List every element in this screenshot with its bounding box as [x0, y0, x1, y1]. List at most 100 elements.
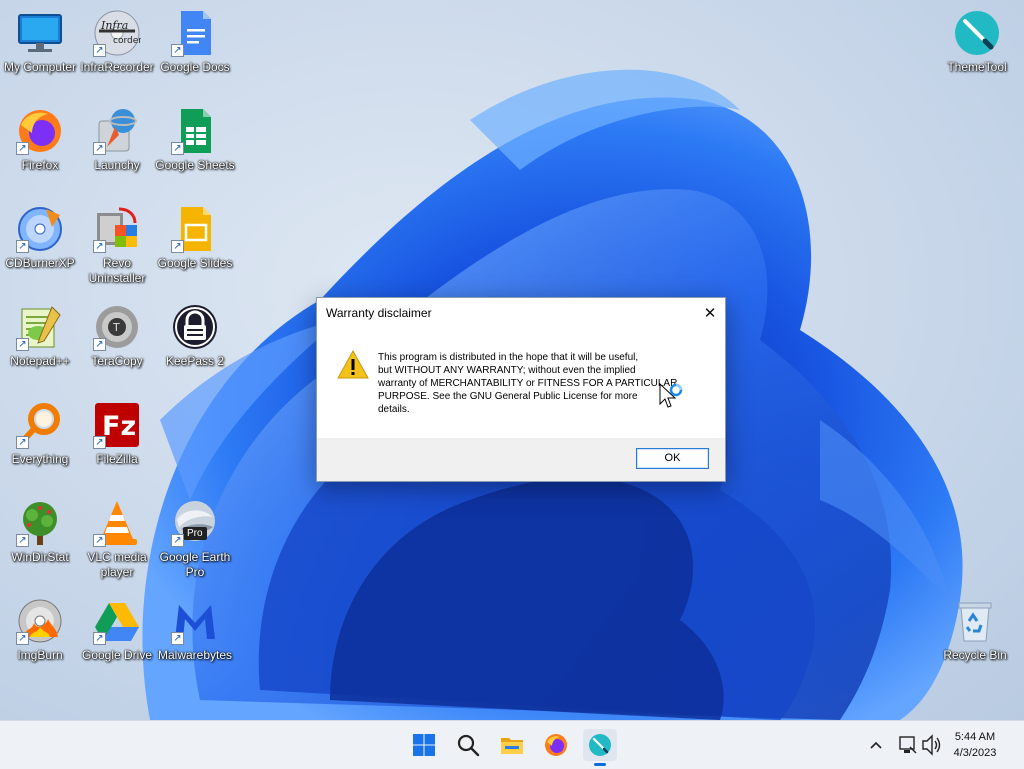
desktop-icon-label: CDBurnerXP	[5, 256, 75, 270]
shortcut-arrow-icon: ↗	[93, 142, 106, 155]
google-drive-icon: ↗	[93, 597, 141, 645]
desktop-icon-windirstat[interactable]: ↗ WinDirStat	[0, 493, 80, 585]
filezilla-icon: Fz ↗	[93, 401, 141, 449]
desktop-icon-imgburn[interactable]: ↗ ImgBurn	[0, 591, 80, 683]
keepass-lock-icon	[171, 303, 219, 351]
notepad-plus-plus-icon: ↗	[16, 303, 64, 351]
firefox-icon: ↗	[16, 107, 64, 155]
vlc-cone-icon: ↗	[93, 499, 141, 547]
desktop-icon-label: Malwarebytes	[157, 648, 233, 662]
taskbar-file-explorer[interactable]	[495, 729, 529, 761]
taskbar-firefox[interactable]	[539, 729, 573, 761]
teracopy-icon: T ↗	[93, 303, 141, 351]
shortcut-arrow-icon: ↗	[93, 436, 106, 449]
ok-button[interactable]: OK	[636, 448, 709, 469]
busy-cursor-icon	[659, 382, 683, 408]
dialog-titlebar[interactable]: Warranty disclaimer ✕	[317, 298, 725, 328]
desktop-icon-cdburnerxp[interactable]: ↗ CDBurnerXP	[0, 199, 80, 291]
desktop-icon-label: Revo Uninstaller	[88, 256, 146, 285]
shortcut-arrow-icon: ↗	[16, 142, 29, 155]
taskbar-search-button[interactable]	[451, 729, 485, 761]
malwarebytes-icon: ↗	[171, 597, 219, 645]
desktop-icon-label: WinDirStat	[11, 550, 69, 564]
desktop-icon-label: Google Sheets	[155, 158, 235, 172]
desktop-icon-launchy[interactable]: ↗ Launchy	[77, 101, 157, 193]
desktop-icon-label: ThemeTool	[947, 60, 1007, 74]
shortcut-arrow-icon: ↗	[171, 44, 184, 57]
desktop-icon-label: My Computer	[3, 60, 77, 74]
close-icon[interactable]: ✕	[695, 298, 725, 328]
desktop-icon-label: Google Docs	[160, 60, 230, 74]
desktop-icon-infrarecorder[interactable]: Infra corder ↗ InfraRecorder	[77, 3, 157, 95]
desktop-icon-label: VLC media player	[87, 550, 147, 579]
desktop-icon-keepass-2[interactable]: KeePass 2	[155, 297, 235, 389]
shortcut-arrow-icon: ↗	[16, 338, 29, 351]
google-docs-icon: ↗	[171, 9, 219, 57]
desktop-icon-label: Google Drive	[81, 648, 153, 662]
desktop-icon-label: ImgBurn	[17, 648, 63, 662]
clock-time: 5:44 AM	[954, 731, 996, 743]
desktop-icon-label: Recycle Bin	[943, 648, 1007, 662]
desktop-icon-firefox[interactable]: ↗ Firefox	[0, 101, 80, 193]
desktop-icon-recycle-bin[interactable]: Recycle Bin	[935, 591, 1015, 683]
desktop-icon-label: Notepad++	[10, 354, 70, 368]
start-button[interactable]	[407, 729, 441, 761]
show-hidden-icons-button[interactable]	[866, 721, 886, 769]
desktop-icon-vlc-media-player[interactable]: ↗ VLC media player	[77, 493, 157, 585]
desktop-icon-google-slides[interactable]: ↗ Google Slides	[155, 199, 235, 291]
desktop-icon-google-drive[interactable]: ↗ Google Drive	[77, 591, 157, 683]
launchy-rocket-icon: ↗	[93, 107, 141, 155]
desktop-icon-google-sheets[interactable]: ↗ Google Sheets	[155, 101, 235, 193]
desktop-icon-notepad[interactable]: ↗ Notepad++	[0, 297, 80, 389]
taskbar-themetool[interactable]	[583, 729, 617, 766]
shortcut-arrow-icon: ↗	[93, 338, 106, 351]
desktop-icon-teracopy[interactable]: T ↗ TeraCopy	[77, 297, 157, 389]
desktop-icon-google-earth-pro[interactable]: Pro ↗ Google Earth Pro	[155, 493, 235, 585]
google-slides-icon: ↗	[171, 205, 219, 253]
cdburnerxp-disc-icon: ↗	[16, 205, 64, 253]
dialog-footer: OK	[317, 438, 725, 481]
desktop-icon-malwarebytes[interactable]: ↗ Malwarebytes	[155, 591, 235, 683]
pro-badge: Pro	[183, 527, 207, 540]
desktop-icon-my-computer[interactable]: My Computer	[0, 3, 80, 95]
desktop-icon-label: Launchy	[94, 158, 140, 172]
shortcut-arrow-icon: ↗	[16, 632, 29, 645]
windirstat-tree-icon: ↗	[16, 499, 64, 547]
svg-text:corder: corder	[113, 36, 141, 46]
desktop-icon-revo-uninstaller[interactable]: ↗ Revo Uninstaller	[77, 199, 157, 291]
desktop-icon-label: Google Earth Pro	[159, 550, 231, 579]
volume-tray-button[interactable]	[920, 721, 942, 769]
revo-uninstaller-icon: ↗	[93, 205, 141, 253]
taskbar: 5:44 AM 4/3/2023	[0, 720, 1024, 769]
desktop-icon-everything[interactable]: ↗ Everything	[0, 395, 80, 487]
imgburn-disc-icon: ↗	[16, 597, 64, 645]
google-earth-pro-icon: Pro ↗	[171, 499, 219, 547]
shortcut-arrow-icon: ↗	[93, 534, 106, 547]
shortcut-arrow-icon: ↗	[93, 240, 106, 253]
monitor-icon	[16, 9, 64, 57]
desktop-icon-themetool[interactable]: ThemeTool	[937, 3, 1017, 95]
desktop-icon-label: Google Slides	[157, 256, 233, 270]
everything-search-icon: ↗	[16, 401, 64, 449]
volume-icon	[922, 734, 941, 756]
network-tray-button[interactable]	[896, 721, 918, 769]
desktop-icon-label: InfraRecorder	[80, 60, 154, 74]
desktop-icon-label: Firefox	[21, 158, 59, 172]
chevron-up-icon	[870, 741, 882, 749]
desktop-icon-google-docs[interactable]: ↗ Google Docs	[155, 3, 235, 95]
windows-start-icon	[413, 734, 435, 756]
svg-text:Fz: Fz	[102, 411, 136, 442]
dialog-title: Warranty disclaimer	[326, 306, 432, 320]
firefox-icon	[545, 734, 567, 756]
google-sheets-icon: ↗	[171, 107, 219, 155]
desktop-icon-filezilla[interactable]: Fz ↗ FileZilla	[77, 395, 157, 487]
taskbar-clock[interactable]: 5:44 AM 4/3/2023	[945, 729, 1005, 761]
folder-icon	[501, 738, 523, 754]
network-icon	[899, 736, 917, 754]
recycle-bin-icon	[951, 597, 999, 645]
svg-text:Infra: Infra	[100, 19, 128, 32]
shortcut-arrow-icon: ↗	[93, 632, 106, 645]
shortcut-arrow-icon: ↗	[93, 44, 106, 57]
themetool-brush-icon	[589, 734, 611, 756]
themetool-brush-icon	[953, 9, 1001, 57]
